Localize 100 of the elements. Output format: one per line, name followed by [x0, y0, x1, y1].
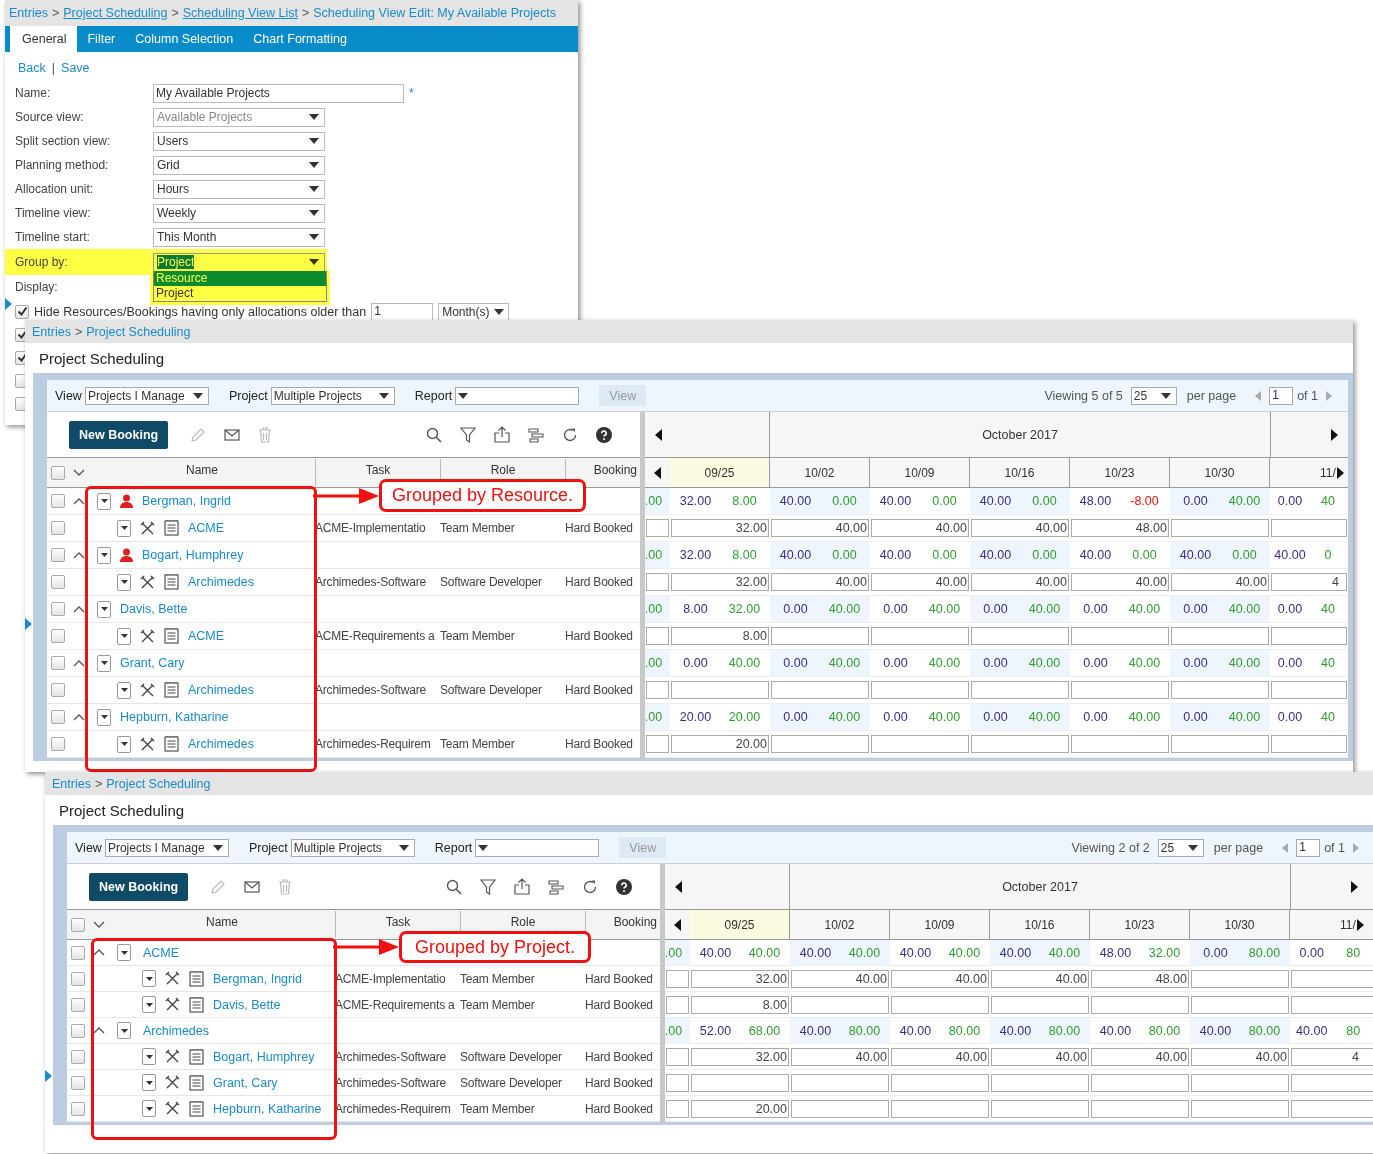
tab[interactable]: Chart Formatting	[243, 26, 357, 52]
chevron-up-icon[interactable]	[93, 1027, 105, 1034]
tools-icon[interactable]	[165, 997, 180, 1012]
booking-name-link[interactable]: Grant, Cary	[213, 1075, 278, 1090]
checkbox[interactable]	[15, 304, 29, 319]
checkbox[interactable]	[51, 575, 65, 589]
hours-field[interactable]: 40.00	[871, 519, 969, 537]
week-header[interactable]: 10/30	[1190, 910, 1290, 939]
checkbox[interactable]	[71, 945, 85, 960]
checkbox[interactable]	[51, 710, 65, 724]
document-icon[interactable]	[189, 1074, 204, 1091]
dropdown[interactable]: Weekly	[153, 203, 325, 223]
chevron-up-icon[interactable]	[73, 659, 85, 667]
hours-field[interactable]	[871, 681, 969, 699]
next-month-icon[interactable]	[1331, 428, 1338, 441]
previous-page-icon[interactable]	[1282, 842, 1289, 853]
next-page-icon[interactable]	[1326, 390, 1332, 401]
export-icon[interactable]	[494, 426, 510, 443]
previous-month-icon[interactable]	[675, 880, 682, 893]
booking-name-link[interactable]: Davis, Bette	[213, 997, 281, 1012]
new-booking-button[interactable]: New Booking	[69, 420, 169, 449]
hours-field[interactable]	[891, 1073, 989, 1092]
hours-field[interactable]: 40.00	[871, 573, 969, 591]
hours-field[interactable]: 40.00	[1071, 573, 1169, 591]
checkbox[interactable]	[71, 1101, 85, 1116]
hours-field[interactable]	[1271, 735, 1347, 753]
document-icon[interactable]	[164, 682, 179, 698]
chevron-down-icon[interactable]	[93, 921, 105, 928]
tools-icon[interactable]	[140, 520, 155, 536]
week-header[interactable]: 10/23	[1090, 910, 1190, 939]
row-menu-button[interactable]	[97, 492, 111, 510]
trash-icon[interactable]	[258, 426, 273, 443]
filter-icon[interactable]	[480, 878, 496, 895]
hours-field[interactable]	[1191, 995, 1289, 1014]
column-header[interactable]: Task	[365, 463, 391, 477]
document-icon[interactable]	[164, 574, 179, 590]
row-menu-button[interactable]	[142, 996, 156, 1013]
row-menu-button[interactable]	[117, 735, 131, 753]
hours-field[interactable]: 40.00	[771, 573, 869, 591]
hours-field[interactable]	[1191, 1099, 1289, 1118]
week-header[interactable]: 10/30	[1170, 458, 1270, 487]
checkbox[interactable]	[51, 465, 65, 480]
hours-field[interactable]	[1291, 995, 1373, 1014]
hours-field[interactable]	[871, 735, 969, 753]
week-header[interactable]: 10/23	[1070, 458, 1170, 487]
filter-dropdown[interactable]	[475, 838, 600, 857]
hours-field[interactable]	[1171, 519, 1269, 537]
group-name-link[interactable]: Davis, Bette	[120, 602, 188, 616]
hours-field[interactable]	[771, 681, 869, 699]
hours-field[interactable]: 40.00	[891, 1047, 989, 1066]
hours-field[interactable]	[1091, 1073, 1189, 1092]
group-name-link[interactable]: Grant, Cary	[120, 656, 185, 670]
hours-field[interactable]	[871, 627, 969, 645]
hours-field[interactable]	[771, 627, 869, 645]
hours-field[interactable]: 8.00	[671, 627, 769, 645]
column-header[interactable]: Booking	[593, 463, 637, 477]
envelope-icon[interactable]	[224, 428, 241, 441]
hours-field[interactable]: 48.00	[1091, 969, 1189, 988]
group-name-link[interactable]: ACME	[143, 945, 180, 960]
week-header[interactable]: 11/	[1270, 458, 1348, 487]
envelope-icon[interactable]	[244, 880, 261, 893]
tools-icon[interactable]	[165, 1075, 180, 1090]
checkbox[interactable]	[51, 494, 65, 508]
hours-field[interactable]: 8.00	[691, 995, 789, 1014]
row-menu-button[interactable]	[97, 600, 111, 618]
week-header[interactable]: 10/09	[890, 910, 990, 939]
refresh-icon[interactable]	[562, 426, 578, 443]
hours-field[interactable]: 48.00	[1071, 519, 1169, 537]
week-header[interactable]: 10/16	[990, 910, 1090, 939]
chevron-up-icon[interactable]	[73, 713, 85, 721]
hours-field[interactable]	[1271, 681, 1347, 699]
tools-icon[interactable]	[140, 574, 155, 590]
chevron-up-icon[interactable]	[73, 497, 85, 505]
help-icon[interactable]	[616, 878, 632, 895]
hours-field[interactable]: 40.00	[1191, 1047, 1289, 1066]
hours-field[interactable]	[991, 995, 1089, 1014]
group-name-link[interactable]: Archimedes	[143, 1023, 209, 1038]
hours-field[interactable]	[666, 995, 689, 1014]
next-month-icon[interactable]	[1351, 880, 1358, 893]
page-field[interactable]: 1	[1296, 838, 1321, 857]
row-menu-button[interactable]	[117, 681, 131, 699]
week-header[interactable]: 11/	[1290, 910, 1373, 939]
hours-field[interactable]: 40.00	[971, 519, 1069, 537]
tab[interactable]: General	[10, 26, 78, 52]
dropdown[interactable]: This Month	[153, 227, 325, 247]
booking-name-link[interactable]: Archimedes	[188, 683, 254, 697]
checkbox[interactable]	[71, 917, 85, 932]
week-header[interactable]: 09/25	[670, 458, 770, 487]
filter-dropdown[interactable]: Projects I Manage	[84, 386, 209, 405]
hours-field[interactable]	[646, 519, 669, 537]
hours-field[interactable]	[791, 1073, 889, 1092]
tab[interactable]: Filter	[77, 26, 126, 52]
gantt-icon[interactable]	[548, 878, 564, 895]
hours-field[interactable]	[1291, 969, 1373, 988]
column-header[interactable]: Role	[510, 915, 536, 929]
hours-field[interactable]	[1191, 1073, 1289, 1092]
chevron-down-icon[interactable]	[73, 469, 85, 476]
hours-field[interactable]	[646, 573, 669, 591]
pencil-icon[interactable]	[210, 878, 227, 895]
hours-field[interactable]	[1171, 735, 1269, 753]
